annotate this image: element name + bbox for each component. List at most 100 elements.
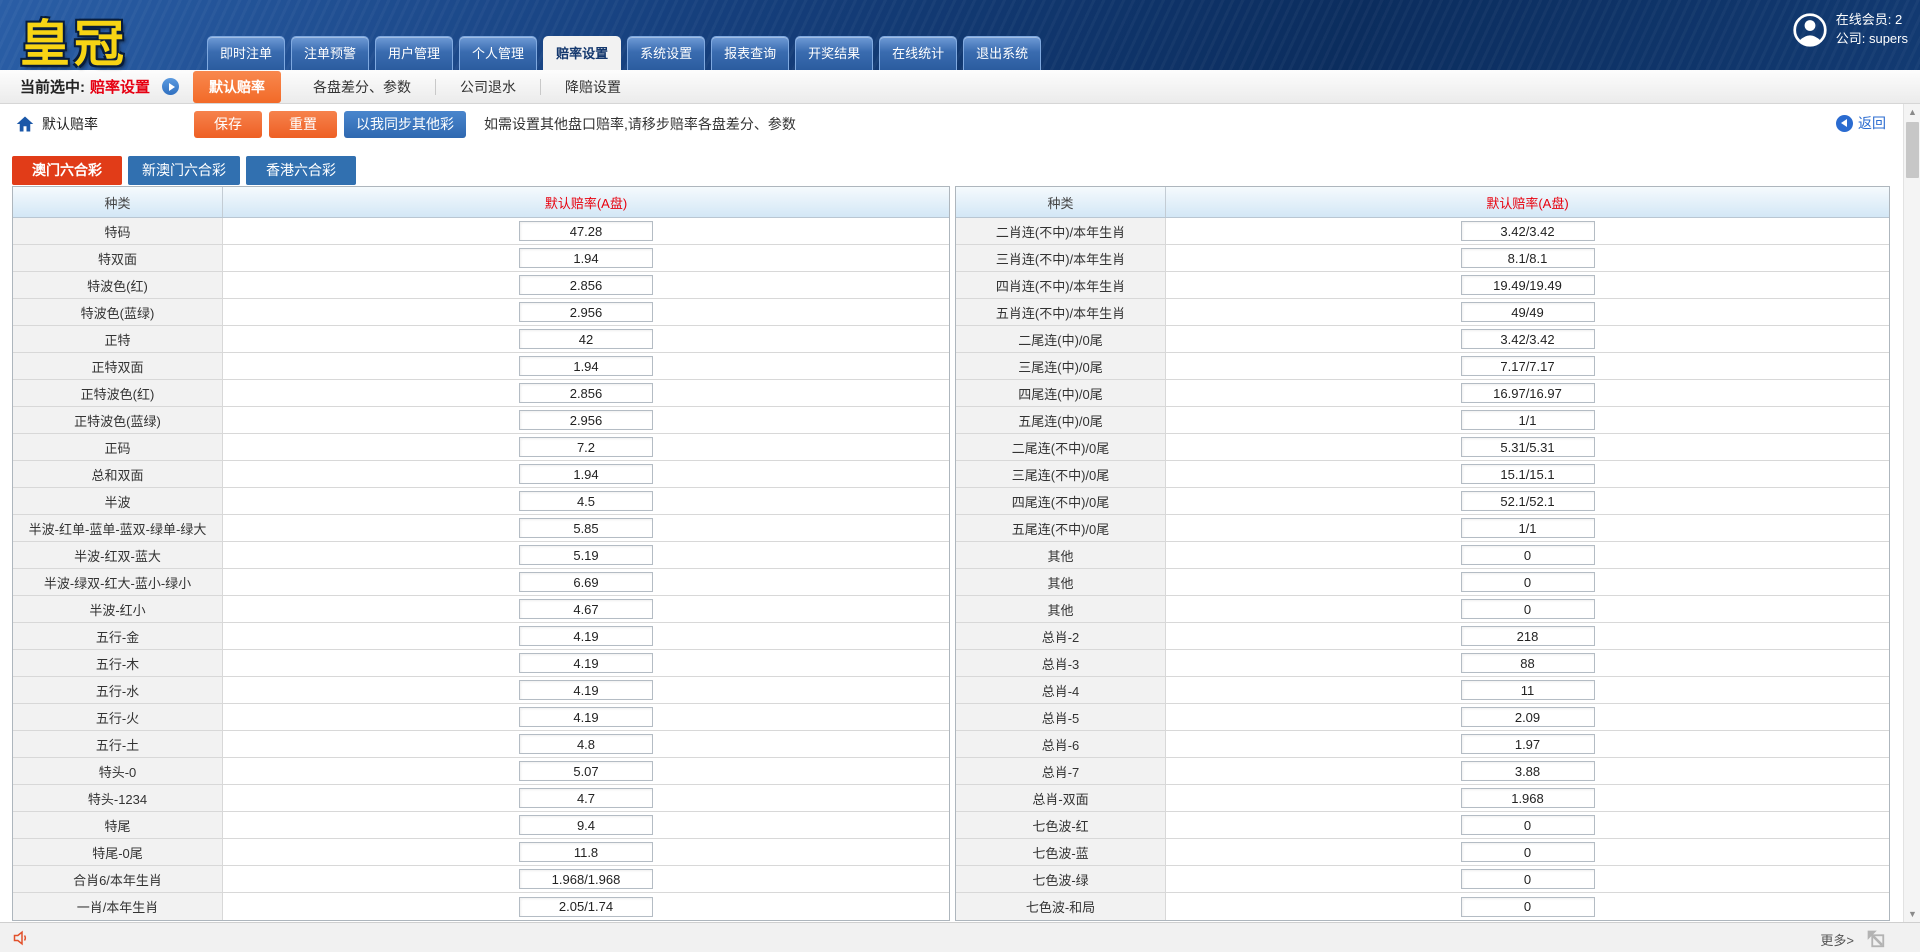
odds-input[interactable] xyxy=(1461,221,1595,241)
odds-input[interactable] xyxy=(519,572,653,592)
nav-tab[interactable]: 在线统计 xyxy=(879,36,957,70)
odds-input[interactable] xyxy=(1461,707,1595,727)
odds-input[interactable] xyxy=(1461,329,1595,349)
odds-cell xyxy=(1166,785,1889,811)
odds-input[interactable] xyxy=(1461,437,1595,457)
lottery-tab[interactable]: 澳门六合彩 xyxy=(12,156,122,185)
odds-input[interactable] xyxy=(1461,383,1595,403)
nav-tab[interactable]: 报表查询 xyxy=(711,36,789,70)
bet-type-label: 二肖连(不中)/本年生肖 xyxy=(956,218,1166,244)
table-row: 合肖6/本年生肖 xyxy=(13,866,949,893)
odds-input[interactable] xyxy=(519,545,653,565)
odds-input[interactable] xyxy=(1461,518,1595,538)
odds-cell xyxy=(1166,623,1889,649)
bottom-bar: 更多> xyxy=(0,922,1920,952)
odds-input[interactable] xyxy=(1461,734,1595,754)
odds-input[interactable] xyxy=(519,815,653,835)
odds-input[interactable] xyxy=(1461,869,1595,889)
table-row: 五行-水 xyxy=(13,677,949,704)
odds-input[interactable] xyxy=(519,437,653,457)
reset-button[interactable]: 重置 xyxy=(269,111,337,138)
default-odds-tab[interactable]: 默认赔率 xyxy=(193,71,281,103)
odds-input[interactable] xyxy=(1461,302,1595,322)
odds-input[interactable] xyxy=(519,897,653,917)
odds-input[interactable] xyxy=(1461,897,1595,917)
odds-input[interactable] xyxy=(519,329,653,349)
odds-input[interactable] xyxy=(519,761,653,781)
odds-input[interactable] xyxy=(1461,815,1595,835)
odds-cell xyxy=(1166,461,1889,487)
expand-arrow-icon[interactable] xyxy=(162,78,179,95)
nav-tab[interactable]: 退出系统 xyxy=(963,36,1041,70)
bet-type-label: 半波-红双-蓝大 xyxy=(13,542,223,568)
nav-tab[interactable]: 注单预警 xyxy=(291,36,369,70)
odds-input[interactable] xyxy=(519,653,653,673)
odds-input[interactable] xyxy=(1461,653,1595,673)
odds-input[interactable] xyxy=(519,518,653,538)
scroll-down-arrow[interactable]: ▼ xyxy=(1904,906,1920,922)
odds-input[interactable] xyxy=(1461,599,1595,619)
odds-input[interactable] xyxy=(1461,788,1595,808)
odds-input[interactable] xyxy=(1461,545,1595,565)
table-row: 其他 xyxy=(956,596,1889,623)
table-row: 正特 xyxy=(13,326,949,353)
nav-tab[interactable]: 用户管理 xyxy=(375,36,453,70)
odds-input[interactable] xyxy=(1461,356,1595,376)
vertical-scrollbar[interactable]: ▲ ▼ xyxy=(1903,104,1920,922)
odds-input[interactable] xyxy=(1461,464,1595,484)
nav-tab[interactable]: 即时注单 xyxy=(207,36,285,70)
odds-input[interactable] xyxy=(519,626,653,646)
odds-input[interactable] xyxy=(519,788,653,808)
save-button[interactable]: 保存 xyxy=(194,111,262,138)
lottery-tab[interactable]: 新澳门六合彩 xyxy=(128,156,240,185)
subnav-item[interactable]: 各盘差分、参数 xyxy=(289,77,435,97)
table-row: 四尾连(不中)/0尾 xyxy=(956,488,1889,515)
resize-arrow-icon[interactable] xyxy=(1864,927,1886,949)
scroll-up-arrow[interactable]: ▲ xyxy=(1904,104,1920,120)
more-link[interactable]: 更多> xyxy=(1820,930,1854,949)
odds-input[interactable] xyxy=(519,302,653,322)
odds-input[interactable] xyxy=(519,383,653,403)
odds-input[interactable] xyxy=(519,221,653,241)
table-row: 七色波-绿 xyxy=(956,866,1889,893)
sync-other-lottery-button[interactable]: 以我同步其他彩 xyxy=(344,111,466,138)
odds-input[interactable] xyxy=(519,599,653,619)
lottery-tab[interactable]: 香港六合彩 xyxy=(246,156,356,185)
odds-input[interactable] xyxy=(1461,626,1595,646)
company-label: 公司: xyxy=(1836,31,1866,46)
odds-input[interactable] xyxy=(1461,842,1595,862)
scrollbar-thumb[interactable] xyxy=(1906,122,1919,178)
odds-input[interactable] xyxy=(519,275,653,295)
odds-input[interactable] xyxy=(1461,275,1595,295)
odds-input[interactable] xyxy=(519,842,653,862)
odds-input[interactable] xyxy=(1461,410,1595,430)
odds-input[interactable] xyxy=(519,464,653,484)
odds-input[interactable] xyxy=(519,248,653,268)
subnav-item[interactable]: 降赔设置 xyxy=(541,77,645,97)
bet-type-label: 总肖-7 xyxy=(956,758,1166,784)
odds-input[interactable] xyxy=(519,410,653,430)
nav-tab[interactable]: 个人管理 xyxy=(459,36,537,70)
table-header-row: 种类默认赔率(A盘) xyxy=(13,187,949,218)
subnav-item[interactable]: 公司退水 xyxy=(436,77,540,97)
nav-tab[interactable]: 开奖结果 xyxy=(795,36,873,70)
odds-input[interactable] xyxy=(1461,761,1595,781)
odds-cell xyxy=(1166,299,1889,325)
odds-input[interactable] xyxy=(519,734,653,754)
category-header: 种类 xyxy=(13,187,223,217)
bet-type-label: 其他 xyxy=(956,569,1166,595)
back-link[interactable]: 返回 xyxy=(1836,113,1886,133)
table-row: 四尾连(中)/0尾 xyxy=(956,380,1889,407)
odds-input[interactable] xyxy=(1461,680,1595,700)
odds-input[interactable] xyxy=(1461,248,1595,268)
odds-input[interactable] xyxy=(519,491,653,511)
odds-input[interactable] xyxy=(519,680,653,700)
speaker-icon[interactable] xyxy=(12,928,32,948)
odds-input[interactable] xyxy=(519,356,653,376)
nav-tab[interactable]: 赔率设置 xyxy=(543,36,621,70)
odds-input[interactable] xyxy=(519,707,653,727)
odds-input[interactable] xyxy=(1461,491,1595,511)
nav-tab[interactable]: 系统设置 xyxy=(627,36,705,70)
odds-input[interactable] xyxy=(1461,572,1595,592)
odds-input[interactable] xyxy=(519,869,653,889)
